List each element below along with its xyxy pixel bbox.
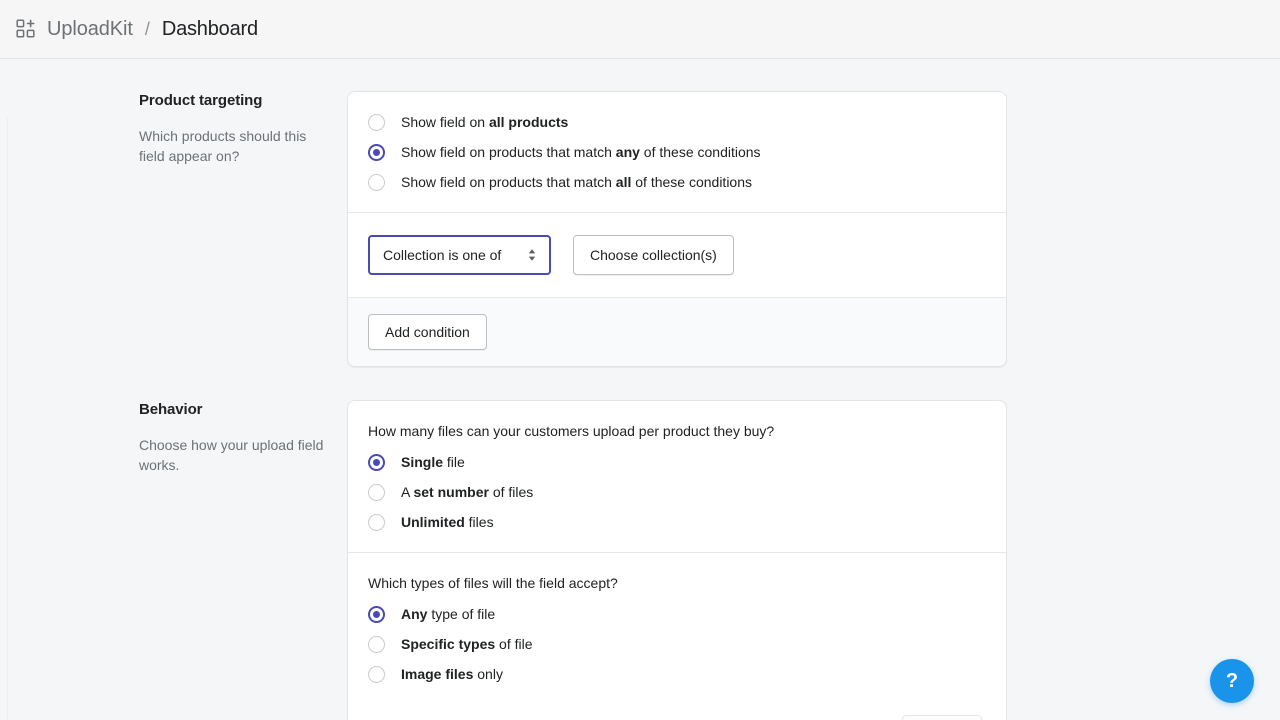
file-types-section: Which types of files will the field acce… — [348, 552, 1006, 704]
radio-set-number[interactable] — [368, 484, 385, 501]
behavior-subtitle: Choose how your upload field works. — [139, 435, 331, 475]
behavior-heading: Behavior — [139, 400, 331, 420]
radio-row-single-file[interactable]: Single file — [368, 452, 986, 472]
breadcrumb-separator: / — [145, 19, 150, 40]
radio-all-products[interactable] — [368, 114, 385, 131]
radio-label-any-type: Any type of file — [401, 604, 495, 624]
page-title: Dashboard — [162, 18, 258, 41]
behavior-card: How many files can your customers upload… — [347, 400, 1007, 720]
condition-row: Collection is one of Choose collection(s… — [368, 235, 986, 275]
radio-label-match-any: Show field on products that match any of… — [401, 142, 761, 162]
left-rail-divider — [7, 118, 8, 720]
chevron-updown-icon — [527, 247, 537, 263]
radio-single-file[interactable] — [368, 454, 385, 471]
radio-label-match-all: Show field on products that match all of… — [401, 172, 752, 192]
radio-label-image-files: Image files only — [401, 664, 503, 684]
page-body: Product targeting Which products should … — [0, 59, 1280, 720]
choose-collections-button[interactable]: Choose collection(s) — [573, 235, 734, 275]
condition-type-select[interactable]: Collection is one of — [368, 235, 551, 275]
brand-name[interactable]: UploadKit — [47, 18, 133, 41]
clipped-button[interactable] — [902, 715, 982, 720]
radio-label-unlimited: Unlimited files — [401, 512, 494, 532]
radio-row-any-type[interactable]: Any type of file — [368, 604, 986, 624]
radio-match-all[interactable] — [368, 174, 385, 191]
condition-type-value: Collection is one of — [383, 247, 501, 263]
radio-row-unlimited[interactable]: Unlimited files — [368, 512, 986, 532]
condition-section: Collection is one of Choose collection(s… — [348, 212, 1006, 297]
behavior-aside: Behavior Choose how your upload field wo… — [0, 400, 347, 475]
grid-plus-icon — [16, 19, 36, 39]
add-condition-button[interactable]: Add condition — [368, 314, 487, 350]
product-targeting-card: Show field on all products Show field on… — [347, 91, 1007, 367]
file-count-question: How many files can your customers upload… — [368, 421, 986, 441]
section-behavior: Behavior Choose how your upload field wo… — [0, 400, 1280, 720]
radio-unlimited[interactable] — [368, 514, 385, 531]
radio-any-type[interactable] — [368, 606, 385, 623]
radio-row-image-files[interactable]: Image files only — [368, 664, 986, 684]
section-product-targeting: Product targeting Which products should … — [0, 91, 1280, 367]
radio-match-any[interactable] — [368, 144, 385, 161]
radio-row-match-any[interactable]: Show field on products that match any of… — [368, 142, 986, 162]
radio-row-match-all[interactable]: Show field on products that match all of… — [368, 172, 986, 192]
radio-label-all-products: Show field on all products — [401, 112, 568, 132]
radio-label-set-number: A set number of files — [401, 482, 533, 502]
product-targeting-aside: Product targeting Which products should … — [0, 91, 347, 166]
next-section-clipped — [347, 704, 1007, 720]
radio-row-set-number[interactable]: A set number of files — [368, 482, 986, 502]
radio-image-files[interactable] — [368, 666, 385, 683]
file-count-section: How many files can your customers upload… — [348, 401, 1006, 552]
radio-row-specific-types[interactable]: Specific types of file — [368, 634, 986, 654]
radio-row-all-products[interactable]: Show field on all products — [368, 112, 986, 132]
radio-label-single-file: Single file — [401, 452, 465, 472]
help-button[interactable]: ? — [1210, 659, 1254, 703]
targeting-options-section: Show field on all products Show field on… — [348, 92, 1006, 212]
product-targeting-heading: Product targeting — [139, 91, 331, 111]
add-condition-footer: Add condition — [348, 297, 1006, 366]
top-bar: UploadKit / Dashboard — [0, 0, 1280, 59]
radio-specific-types[interactable] — [368, 636, 385, 653]
radio-label-specific-types: Specific types of file — [401, 634, 533, 654]
file-types-question: Which types of files will the field acce… — [368, 573, 986, 593]
product-targeting-subtitle: Which products should this field appear … — [139, 126, 331, 166]
